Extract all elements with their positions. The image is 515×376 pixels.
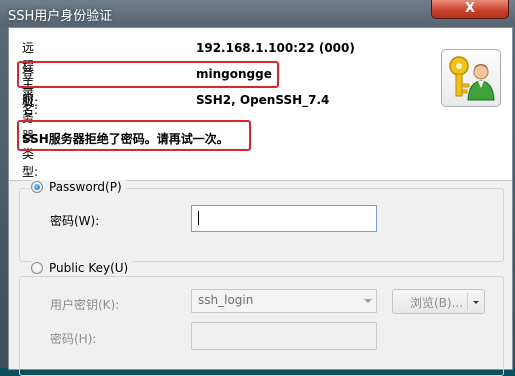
browse-button-label: 浏览(B)... xyxy=(410,296,464,310)
title-bar[interactable]: SSH用户身份验证 X xyxy=(0,0,515,27)
error-message: SSH服务器拒绝了密码。请再试一次。 xyxy=(22,132,229,146)
public-key-radio-option[interactable]: Public Key(U) xyxy=(31,261,133,275)
password-input[interactable] xyxy=(191,205,377,232)
key-user-icon xyxy=(441,49,501,107)
user-key-select-value: ssh_login xyxy=(198,293,254,307)
passphrase-label: 密码(H): xyxy=(50,332,97,346)
ssh-auth-dialog: SSH用户身份验证 X 远程主机: 192.168.1.100:22 (000)… xyxy=(0,0,515,376)
password-radio-label[interactable]: Password(P) xyxy=(49,180,122,194)
browse-button[interactable]: 浏览(B)... xyxy=(392,289,485,314)
password-label: 密码(W): xyxy=(50,214,100,228)
window-title: SSH用户身份验证 xyxy=(8,9,113,24)
public-key-radio[interactable] xyxy=(31,262,43,274)
password-radio[interactable] xyxy=(31,181,43,193)
server-type-value: SSH2, OpenSSH_7.4 xyxy=(196,93,330,107)
passphrase-input[interactable] xyxy=(191,322,377,350)
password-radio-option[interactable]: Password(P) xyxy=(31,180,126,194)
text-cursor xyxy=(198,211,199,225)
user-key-select[interactable]: ssh_login xyxy=(191,289,377,313)
dialog-body: 远程主机: 192.168.1.100:22 (000) 登录名: mingon… xyxy=(8,27,513,376)
public-key-radio-label[interactable]: Public Key(U) xyxy=(49,261,128,275)
remote-host-value: 192.168.1.100:22 (000) xyxy=(196,41,355,55)
login-highlight-box xyxy=(17,61,279,88)
browse-button-separator xyxy=(467,293,468,310)
chevron-down-icon xyxy=(364,299,372,303)
close-button[interactable]: X xyxy=(431,0,509,19)
user-key-label: 用户密钥(K): xyxy=(50,298,120,312)
dropdown-arrow-icon[interactable] xyxy=(473,301,479,304)
connection-info-panel: 远程主机: 192.168.1.100:22 (000) 登录名: mingon… xyxy=(9,28,512,181)
